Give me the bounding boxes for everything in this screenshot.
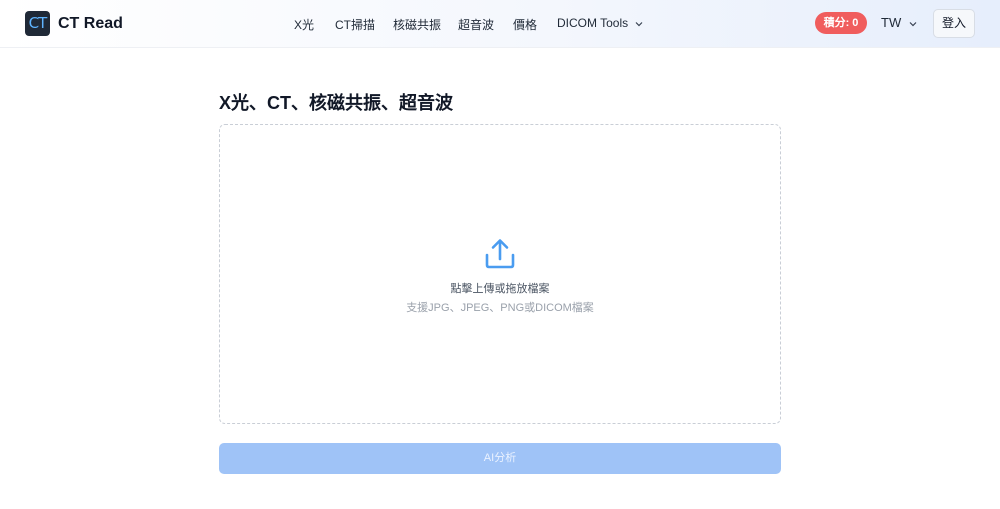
page-title: X光、CT、核磁共振、超音波 xyxy=(219,93,453,113)
nav-item-ultrasound[interactable]: 超音波 xyxy=(458,16,494,33)
ai-analyze-button[interactable]: AI分析 xyxy=(219,443,781,474)
upload-dropzone[interactable]: 點擊上傳或拖放檔案 支援JPG、JPEG、PNG或DICOM檔案 xyxy=(219,124,781,424)
nav-item-xray[interactable]: X光 xyxy=(294,16,314,33)
chevron-down-icon xyxy=(636,21,643,27)
nav-item-ct-scan[interactable]: CT掃描 xyxy=(335,16,375,33)
points-badge: 積分: 0 xyxy=(815,12,867,34)
chevron-down-icon xyxy=(909,21,917,26)
top-header: CT CT Read X光 CT掃描 核磁共振 超音波 價格 DICOM Too… xyxy=(0,0,1000,48)
upload-secondary-text: 支援JPG、JPEG、PNG或DICOM檔案 xyxy=(406,302,594,314)
login-button[interactable]: 登入 xyxy=(933,9,975,38)
nav-item-mri[interactable]: 核磁共振 xyxy=(393,16,441,33)
nav-item-dicom-tools-label: DICOM Tools xyxy=(557,16,629,30)
nav-item-dicom-tools[interactable]: DICOM Tools xyxy=(557,16,643,30)
language-label: TW xyxy=(881,15,902,30)
upload-primary-text: 點擊上傳或拖放檔案 xyxy=(450,283,550,295)
upload-icon xyxy=(485,239,515,269)
language-selector[interactable]: TW xyxy=(881,15,917,30)
nav-item-pricing[interactable]: 價格 xyxy=(513,16,537,33)
